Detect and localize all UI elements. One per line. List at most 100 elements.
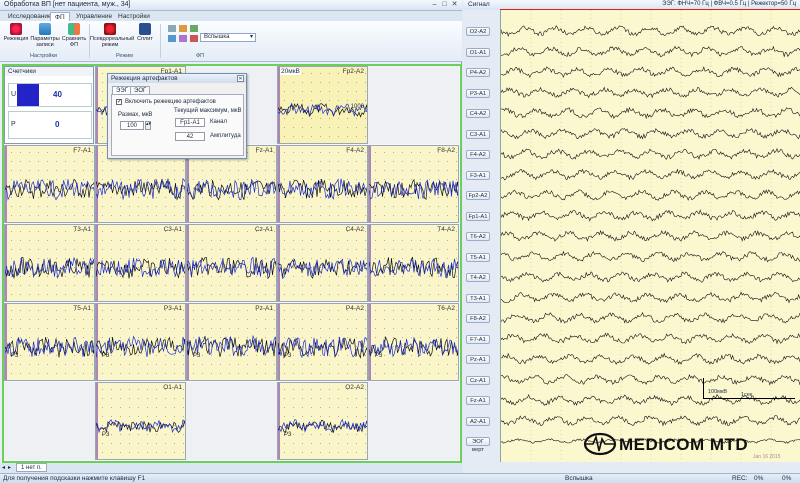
channel-label[interactable]: Pz-A1 [466,355,490,364]
tab-study[interactable]: Исследование [4,12,56,21]
channel-label[interactable]: Fz-A1 [466,396,490,405]
ep-panel[interactable]: F8-A2 [368,145,459,223]
grid-dot [47,337,48,338]
grid-dot [229,231,230,232]
ep-panel[interactable]: T4-A2 [368,224,459,302]
grid-dot [102,373,103,374]
split-button[interactable]: Сплит [134,23,156,42]
maximize-icon[interactable]: □ [440,1,449,9]
channel-label[interactable]: T3-A1 [466,293,490,303]
ep-panel[interactable]: C4-A2 [277,224,368,302]
channel-label[interactable]: C3-A1 [466,129,490,139]
grid-dot [83,276,84,277]
channel-label[interactable]: T5-A1 [466,252,490,262]
grid-dot [211,258,212,259]
grid-dot [329,389,330,390]
channel-label[interactable]: Fp2-A2 [466,191,490,200]
grid-dot [338,389,339,390]
grid-dot [56,161,57,162]
pseudo-real-button[interactable]: Псевдореальный режим [90,23,134,48]
grid-dot [165,337,166,338]
grid-dot [438,364,439,365]
channel-label[interactable]: O1-A1 [466,47,490,57]
grid-dot [83,267,84,268]
ep-panel[interactable]: T5-A1 P3 [4,303,95,381]
grid-dot [47,328,48,329]
channel-label[interactable]: F8-A2 [466,314,490,323]
tool-icon[interactable] [168,25,176,32]
range-spinner-icon[interactable]: ▴▾ [145,121,151,130]
dialog-tab-eog[interactable]: ЭОГ [130,86,151,94]
ep-panel[interactable]: P3-A1 P3 [95,303,186,381]
grid-dot [156,398,157,399]
channel-label[interactable]: T4-A2 [466,273,490,282]
channel-label[interactable]: O2-A2 [466,27,490,36]
grid-dot [365,416,366,417]
channel-label[interactable]: T6-A2 [466,232,490,241]
record-params-button[interactable]: Параметры записи [30,23,60,48]
group-fp-label: ФП [196,53,205,59]
channel-label[interactable]: F4-A2 [466,150,490,159]
ep-panel[interactable]: O2-A2 P3 [277,382,368,460]
ep-panel[interactable]: T3-A1 [4,224,95,302]
grid-dot [329,319,330,320]
grid-dot [293,267,294,268]
stimulus-select[interactable]: Вспышка ▾ [200,33,256,42]
peak-marker-label: P3 [284,352,292,359]
grid-dot [356,100,357,101]
enable-rejection-checkbox[interactable]: ✓ [116,99,122,105]
grid-dot [202,364,203,365]
channel-label[interactable]: ЭОГ верт [466,437,490,453]
grid-dot [347,127,348,128]
scroll-right-icon[interactable]: ▸ [8,464,11,471]
ep-panel[interactable]: F4-A2 [277,145,368,223]
grid-dot [11,276,12,277]
grid-dot [384,337,385,338]
grid-dot [302,452,303,453]
tool-icon[interactable] [168,35,176,42]
tab-fp[interactable]: ФП [50,12,70,21]
grid-dot [220,319,221,320]
peak-marker-label: P3 [193,352,201,359]
channel-label[interactable]: P4-A2 [466,68,490,77]
ep-panel[interactable]: Cz-A1 [186,224,277,302]
channel-label[interactable]: C4-A2 [466,109,490,118]
ep-panel[interactable]: Fp2-A2 20мкВ 1000 [277,66,368,144]
channel-label[interactable]: P3-A1 [466,88,490,98]
dialog-close-icon[interactable]: ✕ [237,75,244,82]
grid-dot [38,337,39,338]
channel-label[interactable]: Cz-A1 [466,375,490,385]
channel-label[interactable]: F7-A1 [466,334,490,344]
ep-panel[interactable]: F7-A1 [4,145,95,223]
tool-icon[interactable] [190,25,198,32]
tool-icon[interactable] [179,35,187,42]
document-tab[interactable]: 1 нет п. [16,463,47,472]
ep-panel[interactable]: T6-A2 P3 [368,303,459,381]
tool-icon[interactable] [179,25,187,32]
ep-panel[interactable]: P4-A2 P3 [277,303,368,381]
grid-dot [420,161,421,162]
tab-settings[interactable]: Настройки [114,12,154,21]
grid-dot [293,100,294,101]
grid-dot [265,276,266,277]
close-icon[interactable]: ✕ [450,1,459,9]
ep-panel[interactable]: O1-A1 P3 [95,382,186,460]
range-input[interactable]: 100 [120,121,144,130]
channel-label[interactable]: A2-A1 [466,416,490,426]
tab-control[interactable]: Управление [72,12,116,21]
ep-panel[interactable]: C3-A1 [95,224,186,302]
channel-label[interactable]: Fp1-A1 [466,211,490,221]
scroll-left-icon[interactable]: ◂ [2,464,5,471]
grid-dot [120,206,121,207]
grid-dot [293,319,294,320]
tool-icon[interactable] [190,35,198,42]
grid-dot [92,373,93,374]
dialog-tab-eeg[interactable]: ЭЭГ [112,86,132,94]
grid-dot [320,197,321,198]
channel-label[interactable]: F3-A1 [466,170,490,180]
ep-panel[interactable]: Pz-A1 P3 [186,303,277,381]
compare-fp-button[interactable]: Сравнить ФП [61,23,87,48]
rejection-button[interactable]: Режекция [3,23,29,42]
grid-dot [293,276,294,277]
minimize-icon[interactable]: – [430,1,439,9]
